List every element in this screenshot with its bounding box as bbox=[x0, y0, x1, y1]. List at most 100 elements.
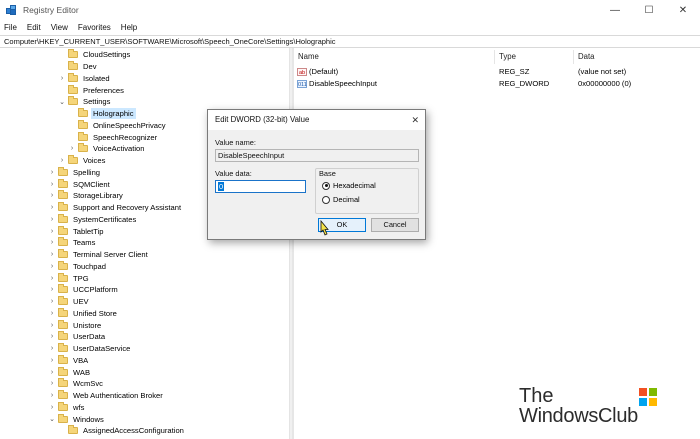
tree-item[interactable]: › VBA bbox=[48, 354, 90, 367]
folder-icon bbox=[58, 284, 68, 294]
chevron-right-icon[interactable]: › bbox=[48, 369, 56, 376]
tree-item[interactable]: › TPG bbox=[48, 272, 91, 284]
registry-tree[interactable]: CloudSettings Dev › Isolated Preferences ⌄ Set… bbox=[0, 48, 289, 439]
value-data: (value not set) bbox=[578, 67, 627, 76]
menu-help[interactable]: Help bbox=[121, 23, 137, 32]
tree-item-label: Unistore bbox=[73, 320, 102, 330]
tree-item[interactable]: › Touchpad bbox=[48, 260, 108, 273]
chevron-right-icon[interactable]: › bbox=[48, 298, 56, 305]
chevron-right-icon[interactable]: › bbox=[48, 192, 56, 199]
folder-icon bbox=[58, 296, 68, 306]
watermark-line2: WindowsClub bbox=[519, 405, 638, 427]
chevron-right-icon[interactable]: › bbox=[48, 263, 56, 270]
tree-item[interactable]: › UserDataService bbox=[48, 343, 132, 355]
tree-item[interactable]: › VoiceActivation bbox=[68, 143, 147, 155]
chevron-right-icon[interactable]: › bbox=[48, 392, 56, 399]
tree-item[interactable]: › UEV bbox=[48, 296, 91, 308]
tree-item-label: TPG bbox=[73, 273, 89, 283]
menu-favorites[interactable]: Favorites bbox=[78, 23, 111, 32]
tree-item[interactable]: › Web Authentication Broker bbox=[48, 390, 165, 402]
hexadecimal-radio[interactable]: Hexadecimal bbox=[322, 181, 376, 190]
tree-item-label: VoiceActivation bbox=[93, 144, 145, 154]
tree-item[interactable]: AssignedAccessConfiguration bbox=[58, 425, 186, 437]
chevron-right-icon[interactable]: › bbox=[48, 275, 56, 282]
chevron-right-icon[interactable]: › bbox=[48, 169, 56, 176]
tree-item[interactable]: › WAB bbox=[48, 366, 92, 378]
tree-item[interactable]: Preferences bbox=[58, 84, 126, 96]
chevron-right-icon[interactable]: › bbox=[48, 204, 56, 211]
chevron-right-icon[interactable]: › bbox=[48, 333, 56, 340]
tree-item[interactable]: › Support and Recovery Assistant bbox=[48, 202, 183, 214]
folder-icon bbox=[78, 119, 88, 129]
tree-item[interactable]: › TabletTip bbox=[48, 225, 106, 237]
column-header-name[interactable]: Name bbox=[294, 50, 495, 64]
tree-item-label: SQMClient bbox=[73, 179, 110, 189]
tree-item[interactable]: Dev bbox=[58, 61, 99, 73]
chevron-right-icon[interactable]: › bbox=[48, 322, 56, 329]
decimal-radio[interactable]: Decimal bbox=[322, 195, 360, 204]
tree-item[interactable]: CloudSettings bbox=[58, 49, 132, 61]
tree-item[interactable]: › SQMClient bbox=[48, 178, 112, 190]
column-header-type[interactable]: Type bbox=[495, 50, 574, 64]
chevron-right-icon[interactable]: › bbox=[48, 216, 56, 223]
folder-icon bbox=[68, 84, 78, 94]
registry-editor-icon bbox=[6, 5, 16, 15]
chevron-right-icon[interactable]: › bbox=[48, 181, 56, 188]
menu-edit[interactable]: Edit bbox=[27, 23, 41, 32]
tree-item[interactable]: OnlineSpeechPrivacy bbox=[68, 119, 168, 132]
value-data-label: Value data: bbox=[215, 169, 252, 178]
tree-item[interactable]: ⌄ Windows bbox=[48, 413, 106, 425]
tree-item[interactable]: › UCCPlatform bbox=[48, 284, 120, 296]
chevron-right-icon[interactable]: › bbox=[48, 286, 56, 293]
chevron-right-icon[interactable]: › bbox=[48, 357, 56, 364]
cancel-button[interactable]: Cancel bbox=[371, 218, 419, 232]
tree-item[interactable]: › Unified Store bbox=[48, 307, 119, 320]
tree-item[interactable]: › UserData bbox=[48, 331, 107, 343]
tree-item[interactable]: › WcmSvc bbox=[48, 378, 105, 390]
dialog-close-button[interactable]: ✕ bbox=[411, 110, 419, 130]
tree-item[interactable]: › StorageLibrary bbox=[48, 190, 125, 202]
column-header-data[interactable]: Data bbox=[574, 50, 700, 64]
maximize-button[interactable]: ☐ bbox=[632, 0, 666, 20]
menu-file[interactable]: File bbox=[4, 23, 17, 32]
chevron-right-icon[interactable]: › bbox=[58, 157, 66, 164]
close-button[interactable]: ✕ bbox=[666, 0, 700, 20]
tree-item[interactable]: ⌄ Settings bbox=[58, 96, 112, 108]
string-value-icon: ab bbox=[297, 68, 307, 76]
value-row-default[interactable]: ab (Default) REG_SZ (value not set) bbox=[294, 66, 700, 78]
values-panel[interactable]: Name Type Data ab (Default) REG_SZ (valu… bbox=[294, 48, 700, 439]
value-name-field[interactable]: DisableSpeechInput bbox=[215, 149, 419, 162]
tree-item[interactable]: › wfs bbox=[48, 401, 86, 414]
chevron-right-icon[interactable]: › bbox=[58, 75, 66, 82]
value-row-disablespeechinput[interactable]: 011 DisableSpeechInput REG_DWORD 0x00000… bbox=[294, 78, 700, 90]
menu-view[interactable]: View bbox=[51, 23, 68, 32]
tree-item[interactable]: › Spelling bbox=[48, 166, 102, 179]
tree-item[interactable]: › Teams bbox=[48, 237, 97, 249]
chevron-down-icon[interactable]: ⌄ bbox=[58, 98, 66, 106]
minimize-button[interactable]: — bbox=[598, 0, 632, 20]
folder-icon bbox=[58, 331, 68, 341]
address-bar[interactable]: Computer\HKEY_CURRENT_USER\SOFTWARE\Micr… bbox=[0, 35, 700, 48]
tree-item[interactable]: › Voices bbox=[58, 155, 107, 167]
chevron-right-icon[interactable]: › bbox=[48, 310, 56, 317]
chevron-right-icon[interactable]: › bbox=[68, 145, 76, 152]
tree-item-label: WcmSvc bbox=[73, 379, 103, 389]
chevron-right-icon[interactable]: › bbox=[48, 380, 56, 387]
tree-item[interactable]: › SystemCertificates bbox=[48, 213, 138, 226]
tree-item-label: UCCPlatform bbox=[73, 285, 118, 295]
value-data-field[interactable]: 0 bbox=[215, 180, 306, 193]
folder-icon bbox=[58, 178, 68, 188]
tree-item[interactable]: › Isolated bbox=[58, 72, 112, 85]
chevron-right-icon[interactable]: › bbox=[48, 251, 56, 258]
tree-item[interactable]: › Terminal Server Client bbox=[48, 249, 150, 261]
chevron-right-icon[interactable]: › bbox=[48, 228, 56, 235]
tree-item[interactable]: › Unistore bbox=[48, 319, 103, 331]
tree-item[interactable]: SpeechRecognizer bbox=[68, 131, 159, 143]
chevron-right-icon[interactable]: › bbox=[48, 404, 56, 411]
chevron-down-icon[interactable]: ⌄ bbox=[48, 415, 56, 423]
tree-item-label: StorageLibrary bbox=[73, 191, 123, 201]
tree-item[interactable]: Holographic bbox=[68, 108, 136, 120]
chevron-right-icon[interactable]: › bbox=[48, 239, 56, 246]
value-name: DisableSpeechInput bbox=[309, 79, 377, 88]
chevron-right-icon[interactable]: › bbox=[48, 345, 56, 352]
